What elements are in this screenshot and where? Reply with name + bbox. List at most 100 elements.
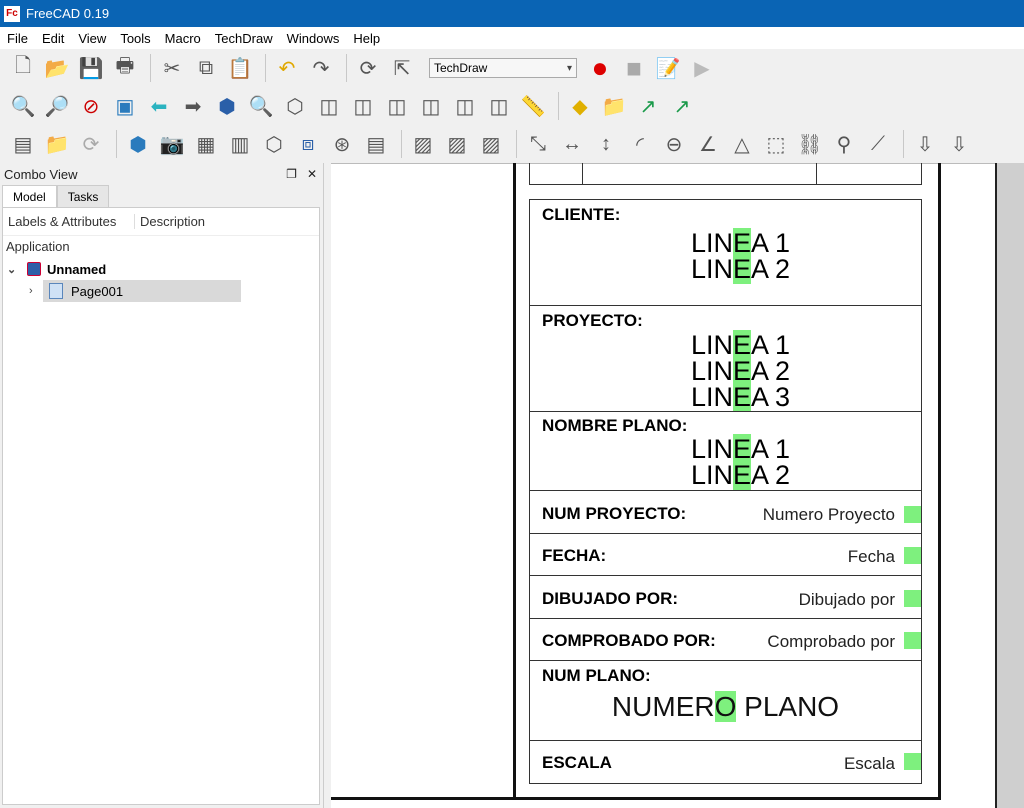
menu-help[interactable]: Help	[346, 31, 387, 46]
extent-dimension-icon[interactable]: ⬚	[761, 129, 791, 159]
tree-item-page[interactable]: › Page001	[3, 280, 319, 302]
fit-all-icon[interactable]: 🔍	[8, 91, 38, 121]
insert-view-icon[interactable]: ⬢	[123, 129, 153, 159]
fecha-label: FECHA:	[542, 546, 607, 565]
landmark-icon[interactable]: ⟋	[863, 129, 893, 159]
part-icon[interactable]: ◆	[565, 91, 595, 121]
workbench-selector[interactable]: TechDraw ▾	[429, 58, 577, 78]
clip-group-icon[interactable]: ▨	[408, 129, 438, 159]
paste-icon[interactable]: 📋	[225, 53, 255, 83]
diameter-dimension-icon[interactable]: ⊖	[659, 129, 689, 159]
symbol-icon[interactable]: ⊛	[327, 129, 357, 159]
right-view-icon[interactable]: ◫	[382, 91, 412, 121]
top-view-icon[interactable]: ◫	[348, 91, 378, 121]
menu-macro[interactable]: Macro	[158, 31, 208, 46]
balloon-icon[interactable]: ⚲	[829, 129, 859, 159]
clip-add-icon[interactable]: ▨	[442, 129, 472, 159]
menu-tools[interactable]: Tools	[113, 31, 157, 46]
comprobado-value[interactable]: Comprobado por	[767, 632, 895, 652]
front-view-icon[interactable]: ◫	[314, 91, 344, 121]
redo-icon[interactable]: ↷	[306, 53, 336, 83]
menu-edit[interactable]: Edit	[35, 31, 71, 46]
angle-dimension-icon[interactable]: ∠	[693, 129, 723, 159]
refresh-icon[interactable]: ⟳	[353, 53, 383, 83]
length-dimension-icon[interactable]: ⤡	[523, 129, 553, 159]
chevron-down-icon[interactable]: ⌄	[7, 263, 21, 276]
escala-value[interactable]: Escala	[844, 754, 895, 774]
nombre-plano-lines[interactable]: LINEA 1 LINEA 2	[530, 434, 921, 490]
dibujado-value[interactable]: Dibujado por	[799, 590, 895, 610]
editable-marker[interactable]	[904, 590, 921, 607]
projection-group-icon[interactable]: ▦	[191, 129, 221, 159]
link-icon[interactable]: ⬢	[212, 91, 242, 121]
tree-item-document[interactable]: ⌄ Unnamed	[3, 258, 319, 280]
make-link-icon[interactable]: ↗	[633, 91, 663, 121]
link-actions-icon[interactable]: ↗	[667, 91, 697, 121]
menu-windows[interactable]: Windows	[280, 31, 347, 46]
horizontal-dimension-icon[interactable]: ↔	[557, 129, 587, 159]
column-labels-attributes[interactable]: Labels & Attributes	[3, 214, 135, 229]
group-icon[interactable]: 📁	[599, 91, 629, 121]
undo-icon[interactable]: ↶	[272, 53, 302, 83]
zoom-icon[interactable]: 🔍	[246, 91, 276, 121]
measure-icon[interactable]: 📏	[518, 91, 548, 121]
insert-page-icon[interactable]: ▤	[8, 129, 38, 159]
draw-style-icon[interactable]: ⊘	[76, 91, 106, 121]
section-view-icon[interactable]: ▥	[225, 129, 255, 159]
redraw-page-icon[interactable]: ⟳	[76, 129, 106, 159]
whats-this-icon[interactable]: ⇱	[387, 53, 417, 83]
menu-file[interactable]: File	[0, 31, 35, 46]
fecha-value[interactable]: Fecha	[848, 547, 895, 567]
clip-remove-icon[interactable]: ▨	[476, 129, 506, 159]
close-icon[interactable]: ✕	[307, 167, 317, 181]
toolbar-separator	[265, 54, 266, 82]
float-panel-icon[interactable]: ❐	[286, 167, 297, 181]
spreadsheet-view-icon[interactable]: ▤	[361, 129, 391, 159]
back-arrow-icon[interactable]: ⬅	[144, 91, 174, 121]
dibujado-cell: DIBUJADO POR: Dibujado por	[529, 575, 922, 619]
edit-macro-icon[interactable]: 📝	[653, 53, 683, 83]
cliente-lines[interactable]: LINEA 1 LINEA 2	[530, 228, 921, 284]
forward-arrow-icon[interactable]: ➡	[178, 91, 208, 121]
insert-template-icon[interactable]: 📁	[42, 129, 72, 159]
detail-view-icon[interactable]: ⬡	[259, 129, 289, 159]
link-dimension-icon[interactable]: ⛓	[795, 129, 825, 159]
save-icon[interactable]: 💾	[76, 53, 106, 83]
editable-marker[interactable]	[904, 547, 921, 564]
run-macro-icon[interactable]: ▶	[687, 53, 717, 83]
tab-model[interactable]: Model	[2, 185, 57, 207]
num-proyecto-value[interactable]: Numero Proyecto	[763, 505, 895, 525]
editable-marker[interactable]	[904, 632, 921, 649]
vertical-dimension-icon[interactable]: ↕	[591, 129, 621, 159]
tab-tasks[interactable]: Tasks	[56, 185, 110, 207]
editable-marker[interactable]	[904, 753, 921, 770]
vertical-scrollbar[interactable]	[995, 163, 1024, 808]
export-dxf-icon[interactable]: ⇩	[944, 129, 974, 159]
column-description[interactable]: Description	[135, 214, 210, 229]
chevron-right-icon[interactable]: ›	[29, 285, 43, 297]
three-point-angle-icon[interactable]: △	[727, 129, 757, 159]
menu-techdraw[interactable]: TechDraw	[208, 31, 280, 46]
isometric-view-icon[interactable]: ⬡	[280, 91, 310, 121]
print-icon[interactable]: 🖶	[110, 53, 140, 83]
stop-macro-icon[interactable]: ■	[619, 53, 649, 83]
proyecto-lines[interactable]: LINEA 1 LINEA 2 LINEA 3	[530, 330, 921, 412]
open-file-icon[interactable]: 📂	[42, 53, 72, 83]
fit-selection-icon[interactable]: 🔎	[42, 91, 72, 121]
new-file-icon[interactable]: 🗋	[8, 53, 38, 83]
editable-marker[interactable]	[904, 506, 921, 523]
cut-icon[interactable]: ✂	[157, 53, 187, 83]
document-icon	[27, 262, 41, 276]
bottom-view-icon[interactable]: ◫	[450, 91, 480, 121]
rear-view-icon[interactable]: ◫	[416, 91, 446, 121]
menu-view[interactable]: View	[71, 31, 113, 46]
bounding-box-icon[interactable]: ▣	[110, 91, 140, 121]
radius-dimension-icon[interactable]: ◜	[625, 129, 655, 159]
left-view-icon[interactable]: ◫	[484, 91, 514, 121]
copy-icon[interactable]: ⧉	[191, 53, 221, 83]
export-svg-icon[interactable]: ⇩	[910, 129, 940, 159]
num-plano-value[interactable]: NUMERO PLANO	[530, 691, 921, 723]
draft-view-icon[interactable]: ⧈	[293, 129, 323, 159]
record-macro-icon[interactable]: ●	[585, 52, 615, 83]
active-view-icon[interactable]: 📷	[157, 129, 187, 159]
